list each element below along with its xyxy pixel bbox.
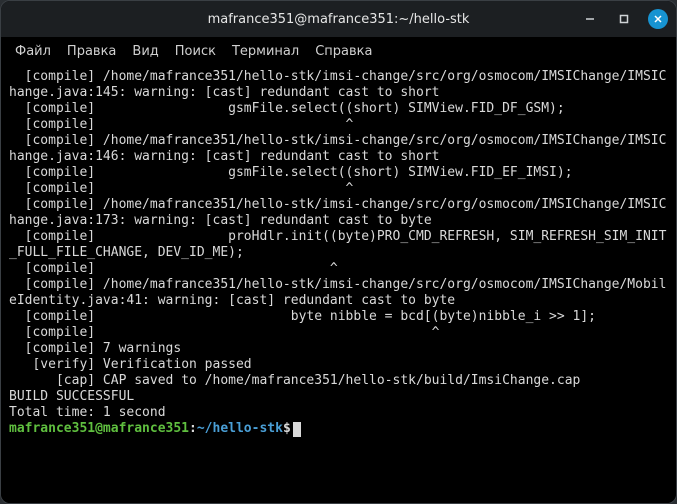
output-line: [compile] proHdlr.init((byte)PRO_CMD_REF… <box>9 229 668 261</box>
prompt-path: ~/hello-stk <box>197 421 283 437</box>
output-line: [compile] 7 warnings <box>9 341 668 357</box>
output-line: [compile] ^ <box>9 325 668 341</box>
output-line: [compile] /home/mafrance351/hello-stk/im… <box>9 69 668 101</box>
menu-edit[interactable]: Правка <box>67 44 116 59</box>
output-line: [compile] ^ <box>9 261 668 277</box>
menu-view[interactable]: Вид <box>132 44 158 59</box>
menubar: Файл Правка Вид Поиск Терминал Справка <box>1 37 676 65</box>
output-line: [compile] /home/mafrance351/hello-stk/im… <box>9 197 668 229</box>
output-line: [compile] ^ <box>9 117 668 133</box>
menu-help[interactable]: Справка <box>315 44 372 59</box>
close-button[interactable] <box>648 9 668 29</box>
maximize-icon <box>619 14 629 24</box>
output-line: [verify] Verification passed <box>9 357 668 373</box>
terminal-output[interactable]: [compile] /home/mafrance351/hello-stk/im… <box>1 65 676 503</box>
output-line: BUILD SUCCESSFUL <box>9 389 668 405</box>
output-line: [compile] /home/mafrance351/hello-stk/im… <box>9 277 668 309</box>
output-line: [compile] byte nibble = bcd[(byte)nibble… <box>9 309 668 325</box>
maximize-button[interactable] <box>614 9 634 29</box>
output-line: [compile] gsmFile.select((short) SIMView… <box>9 165 668 181</box>
window-controls <box>580 9 668 29</box>
output-line: [compile] gsmFile.select((short) SIMView… <box>9 101 668 117</box>
output-line: [compile] /home/mafrance351/hello-stk/im… <box>9 133 668 165</box>
cursor <box>293 422 301 437</box>
prompt-line: mafrance351@mafrance351:~/hello-stk$ <box>9 421 668 437</box>
menu-terminal[interactable]: Терминал <box>232 44 299 59</box>
output-line: Total time: 1 second <box>9 405 668 421</box>
minimize-icon <box>585 14 595 24</box>
prompt-colon: : <box>189 421 197 437</box>
output-line: [compile] ^ <box>9 181 668 197</box>
close-icon <box>653 14 663 24</box>
menu-search[interactable]: Поиск <box>175 44 216 59</box>
minimize-button[interactable] <box>580 9 600 29</box>
prompt-symbol: $ <box>283 421 291 437</box>
prompt-user-host: mafrance351@mafrance351 <box>9 421 189 437</box>
terminal-window: mafrance351@mafrance351:~/hello-stk Файл… <box>0 0 677 504</box>
menu-file[interactable]: Файл <box>15 44 51 59</box>
output-line: [cap] CAP saved to /home/mafrance351/hel… <box>9 373 668 389</box>
window-title: mafrance351@mafrance351:~/hello-stk <box>1 12 676 27</box>
titlebar: mafrance351@mafrance351:~/hello-stk <box>1 1 676 37</box>
